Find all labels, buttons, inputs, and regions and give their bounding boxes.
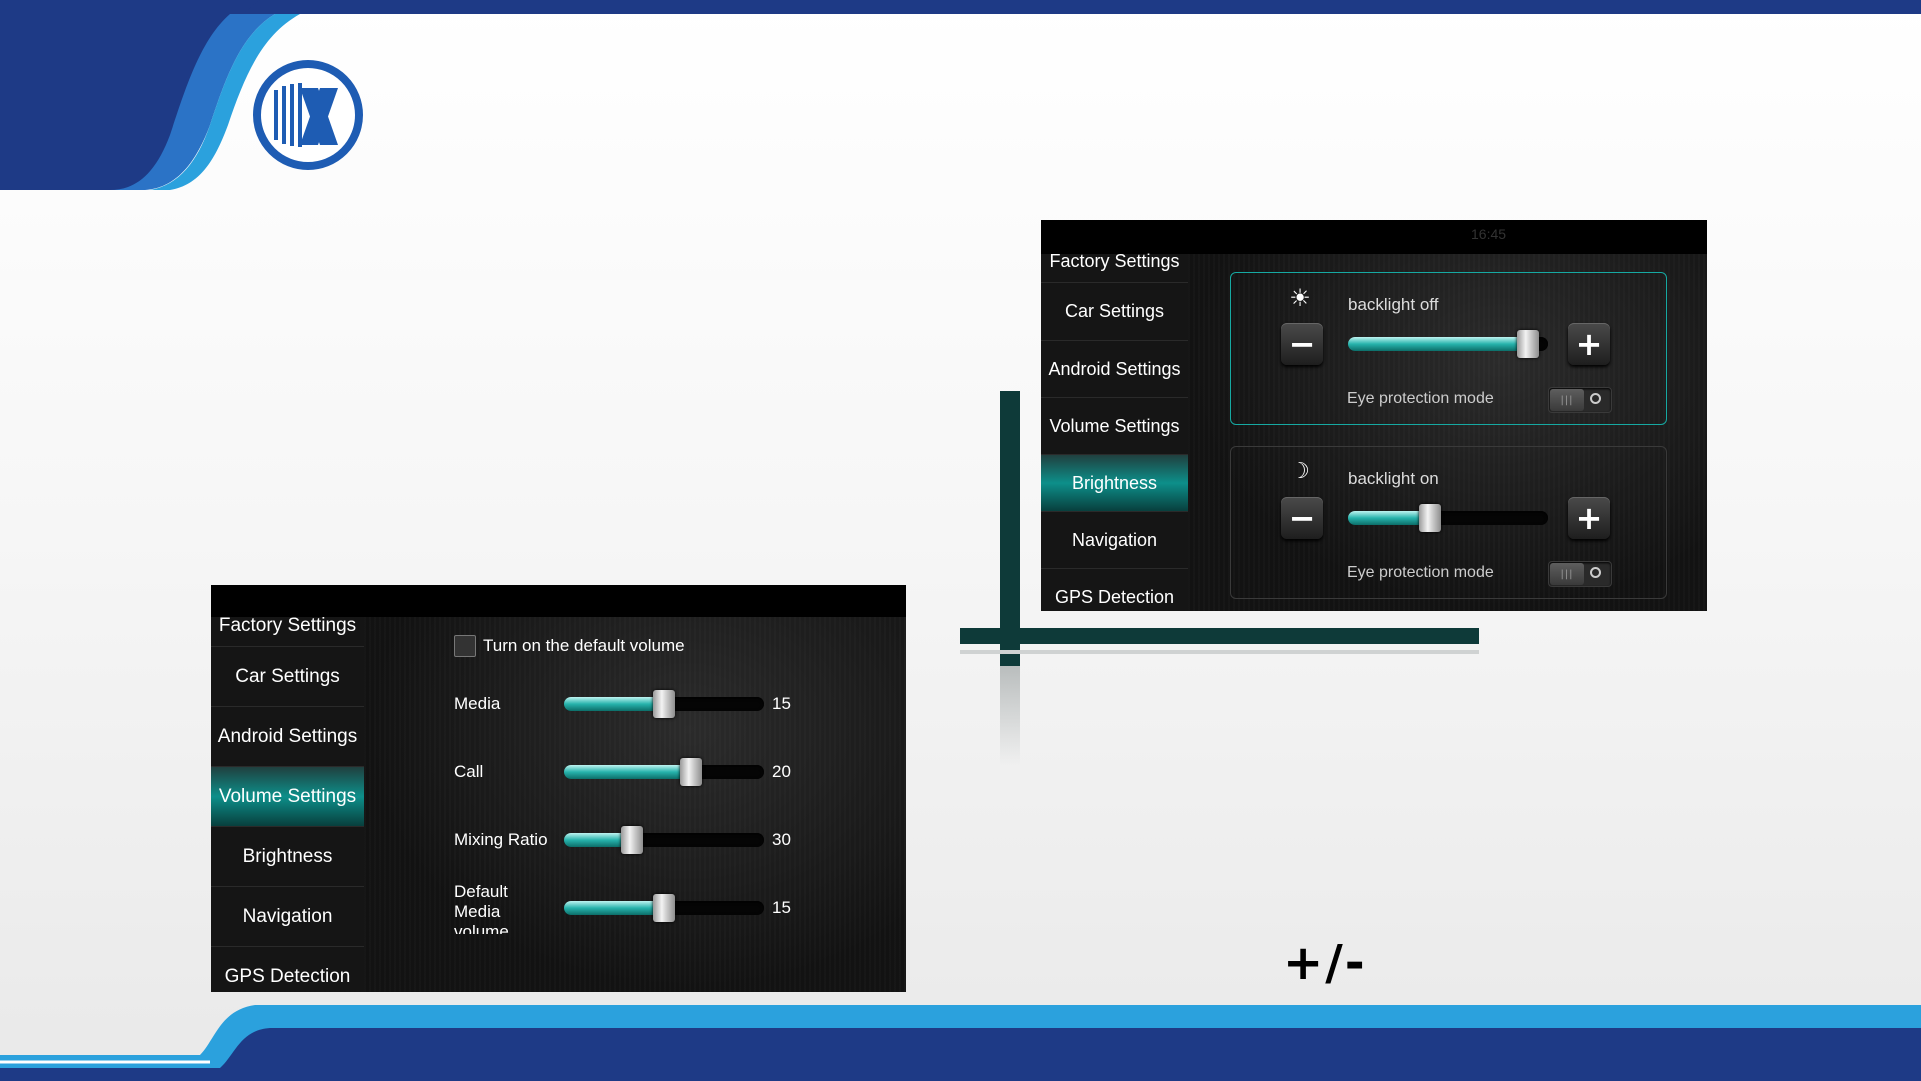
eye-protection-label: Eye protection mode bbox=[1347, 390, 1494, 407]
slider-value-call: 20 bbox=[772, 762, 791, 781]
increase-button[interactable]: + bbox=[1568, 497, 1610, 539]
default-volume-checkbox[interactable] bbox=[454, 635, 476, 657]
slider-thumb[interactable] bbox=[680, 758, 702, 786]
default-volume-label: Turn on the default volume bbox=[483, 636, 685, 655]
slider-value-default-media-volume: 15 bbox=[772, 898, 791, 917]
sun-icon: ☀ bbox=[1289, 284, 1311, 312]
sidebar-item-label: Android Settings bbox=[1048, 358, 1181, 379]
sidebar: Factory Settings Car Settings Android Se… bbox=[211, 615, 364, 992]
minus-icon: − bbox=[1288, 325, 1316, 363]
backlight-off-slider[interactable] bbox=[1348, 330, 1548, 358]
volume-content: Turn on the default volume Media 15 Call… bbox=[364, 617, 906, 992]
sidebar-item-factory-settings[interactable]: Factory Settings bbox=[211, 605, 364, 647]
sidebar-item-brightness[interactable]: Brightness bbox=[1041, 455, 1188, 512]
sidebar-item-gps-detection[interactable]: GPS Detection bbox=[211, 947, 364, 992]
sidebar-item-label: GPS Detection bbox=[224, 965, 351, 987]
slider-thumb[interactable] bbox=[653, 690, 675, 718]
slider-thumb[interactable] bbox=[653, 894, 675, 922]
call-volume-slider[interactable] bbox=[564, 758, 764, 786]
slider-label-media: Media bbox=[454, 694, 501, 713]
sidebar-item-volume-settings[interactable]: Volume Settings bbox=[211, 767, 364, 827]
group-title: backlight off bbox=[1348, 295, 1439, 314]
backlight-on-slider[interactable] bbox=[1348, 504, 1548, 532]
sidebar-item-brightness[interactable]: Brightness bbox=[211, 827, 364, 887]
sidebar-item-label: Navigation bbox=[1071, 529, 1158, 550]
connector-bar-reflection bbox=[1000, 666, 1020, 766]
decrease-button[interactable]: − bbox=[1281, 497, 1323, 539]
plus-icon: + bbox=[1575, 325, 1603, 363]
plus-minus-annotation: +/- bbox=[1283, 935, 1373, 995]
slider-thumb[interactable] bbox=[1419, 504, 1441, 532]
backlight-off-group: ☀ backlight off − + Eye protection mode … bbox=[1230, 272, 1667, 425]
slider-value-media: 15 bbox=[772, 694, 791, 713]
sidebar-item-android-settings[interactable]: Android Settings bbox=[211, 707, 364, 767]
status-time: 16:45 bbox=[1471, 226, 1507, 242]
slider-value-mixing-ratio: 30 bbox=[772, 830, 791, 849]
sidebar-item-android-settings[interactable]: Android Settings bbox=[1041, 341, 1188, 398]
group-title: backlight on bbox=[1348, 469, 1439, 488]
sidebar-item-gps-detection[interactable]: GPS Detection bbox=[1041, 569, 1188, 611]
footer-banner bbox=[0, 1005, 1921, 1081]
sidebar-item-label: GPS Detection bbox=[1054, 586, 1175, 607]
sidebar-item-label: Brightness bbox=[242, 845, 333, 867]
sidebar-item-label: Volume Settings bbox=[218, 785, 357, 807]
sidebar-item-car-settings[interactable]: Car Settings bbox=[1041, 283, 1188, 341]
backlight-on-group: ☽ backlight on − + Eye protection mode |… bbox=[1230, 446, 1667, 599]
sidebar-item-label: Car Settings bbox=[235, 665, 340, 687]
slider-thumb[interactable] bbox=[621, 826, 643, 854]
label-line: Default bbox=[454, 882, 508, 901]
sidebar-item-navigation[interactable]: Navigation bbox=[211, 887, 364, 947]
slider-thumb[interactable] bbox=[1517, 330, 1539, 358]
plus-icon: + bbox=[1575, 499, 1603, 537]
connector-bar-horizontal bbox=[960, 628, 1479, 644]
plus-minus-text: +/- bbox=[1283, 935, 1367, 991]
slider-label-default-media-volume: Default Media volume bbox=[454, 882, 509, 934]
company-logo bbox=[253, 60, 363, 170]
sidebar: Factory Settings Car Settings Android Se… bbox=[1041, 251, 1188, 611]
sidebar-item-label: Android Settings bbox=[217, 725, 358, 747]
label-line: volume bbox=[454, 922, 509, 934]
moon-icon: ☽ bbox=[1290, 459, 1310, 484]
sidebar-item-label: Navigation bbox=[242, 905, 333, 927]
eye-protection-toggle[interactable]: ||| bbox=[1548, 561, 1612, 587]
slider-label-mixing-ratio: Mixing Ratio bbox=[454, 830, 548, 849]
sidebar-item-label: Brightness bbox=[1071, 472, 1158, 493]
eye-protection-label: Eye protection mode bbox=[1347, 564, 1494, 581]
default-media-volume-slider[interactable] bbox=[564, 894, 764, 922]
minus-icon: − bbox=[1288, 499, 1316, 537]
sidebar-item-label: Volume Settings bbox=[1049, 415, 1180, 436]
header-banner bbox=[0, 0, 1921, 190]
mixing-ratio-slider[interactable] bbox=[564, 826, 764, 854]
sidebar-item-label: Car Settings bbox=[1064, 301, 1165, 321]
brightness-content: ☀ backlight off − + Eye protection mode … bbox=[1188, 254, 1707, 611]
media-volume-slider[interactable] bbox=[564, 690, 764, 718]
sidebar-item-label: Factory Settings bbox=[1049, 251, 1180, 271]
slider-label-call: Call bbox=[454, 762, 484, 781]
sidebar-item-car-settings[interactable]: Car Settings bbox=[211, 647, 364, 707]
eye-protection-toggle[interactable]: ||| bbox=[1548, 387, 1612, 413]
brightness-settings-screen: 16:45 Factory Settings Car Settings Andr… bbox=[1041, 220, 1707, 611]
connector-bar-vertical bbox=[1000, 391, 1020, 666]
label-line: Media bbox=[454, 902, 501, 921]
connector-bar-shadow bbox=[960, 650, 1479, 654]
increase-button[interactable]: + bbox=[1568, 323, 1610, 365]
volume-settings-screen: Factory Settings Car Settings Android Se… bbox=[211, 585, 906, 992]
sidebar-item-volume-settings[interactable]: Volume Settings bbox=[1041, 398, 1188, 455]
decrease-button[interactable]: − bbox=[1281, 323, 1323, 365]
sidebar-item-label: Factory Settings bbox=[218, 614, 357, 636]
sidebar-item-factory-settings[interactable]: Factory Settings bbox=[1041, 241, 1188, 283]
sidebar-item-navigation[interactable]: Navigation bbox=[1041, 512, 1188, 569]
